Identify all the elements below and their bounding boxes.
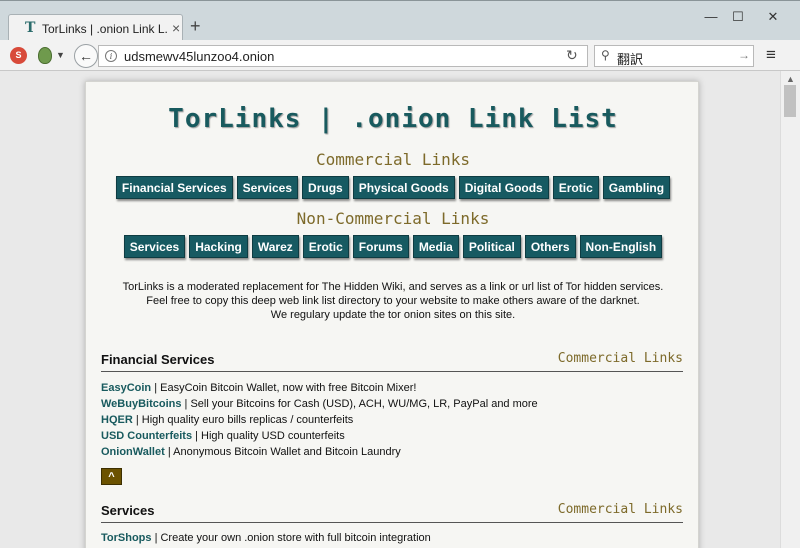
tab-title: TorLinks | .onion Link L... (42, 22, 168, 36)
services-link-list: TorShops | Create your own .onion store … (101, 530, 683, 546)
commercial-services-button[interactable]: Services (236, 176, 299, 199)
noncommercial-hacking-button[interactable]: Hacking (189, 235, 248, 258)
list-item: HQER | High quality euro bills replicas … (101, 412, 683, 428)
commercial-financial-services-button[interactable]: Financial Services (115, 176, 233, 199)
page-content: TorLinks | .onion Link List Commercial L… (85, 81, 699, 548)
list-item: OnionWallet | Anonymous Bitcoin Wallet a… (101, 444, 683, 460)
maximize-button[interactable]: ☐ (727, 7, 749, 27)
list-item: WeBuyBitcoins | Sell your Bitcoins for C… (101, 396, 683, 412)
search-bar[interactable]: ⚲ 翻訳 → (594, 45, 754, 67)
tor-onion-icon[interactable] (38, 47, 52, 64)
section-title: Services (101, 503, 155, 518)
section-category-link[interactable]: Commercial Links (558, 502, 683, 517)
link-onionwallet[interactable]: OnionWallet (101, 446, 165, 458)
link-webuybitcoins[interactable]: WeBuyBitcoins (101, 398, 181, 410)
commercial-gambling-button[interactable]: Gambling (602, 176, 671, 199)
link-description: | Create your own .onion store with full… (151, 532, 431, 544)
new-tab-button[interactable]: + (190, 17, 201, 35)
noncommercial-political-button[interactable]: Political (462, 235, 521, 258)
onion-dropdown-icon[interactable]: ▼ (56, 50, 65, 60)
link-description: | EasyCoin Bitcoin Wallet, now with free… (151, 382, 417, 394)
noncommercial-button-row: Services Hacking Warez Erotic Forums Med… (86, 235, 700, 258)
url-text[interactable]: udsmewv45lunzoo4.onion (124, 49, 274, 64)
commercial-digital-goods-button[interactable]: Digital Goods (458, 176, 549, 199)
vertical-scrollbar[interactable]: ▲ (780, 71, 800, 548)
noncommercial-warez-button[interactable]: Warez (251, 235, 299, 258)
link-easycoin[interactable]: EasyCoin (101, 382, 151, 394)
services-section-header: Services Commercial Links (101, 501, 683, 523)
financial-services-section-header: Financial Services Commercial Links (101, 350, 683, 372)
intro-line: Feel free to copy this deep web link lis… (146, 295, 640, 307)
noncommercial-services-button[interactable]: Services (123, 235, 186, 258)
hamburger-menu-icon[interactable]: ≡ (766, 46, 776, 64)
scroll-thumb[interactable] (784, 85, 796, 117)
commercial-drugs-button[interactable]: Drugs (302, 176, 349, 199)
scroll-up-arrow-icon[interactable]: ▲ (786, 74, 795, 84)
financial-services-link-list: EasyCoin | EasyCoin Bitcoin Wallet, now … (101, 380, 683, 460)
commercial-links-heading: Commercial Links (315, 150, 471, 169)
page-viewport: TorLinks | .onion Link List Commercial L… (0, 71, 780, 548)
noncommercial-links-heading: Non-Commercial Links (296, 209, 490, 228)
intro-text: TorLinks is a moderated replacement for … (86, 280, 700, 322)
tab-close-icon[interactable]: × (172, 20, 180, 36)
noncommercial-media-button[interactable]: Media (412, 235, 459, 258)
noncommercial-erotic-button[interactable]: Erotic (302, 235, 349, 258)
title-bar: T TorLinks | .onion Link L... × + — ☐ ✕ (0, 0, 800, 41)
noncommercial-others-button[interactable]: Others (524, 235, 576, 258)
back-button[interactable]: ← (74, 44, 98, 68)
section-title: Financial Services (101, 352, 215, 367)
site-info-icon[interactable]: i (105, 50, 117, 62)
back-to-top-button[interactable]: ^ (101, 468, 122, 485)
navigation-toolbar: S ▼ ← i udsmewv45lunzoo4.onion ↻ ⚲ 翻訳 → … (0, 40, 800, 71)
link-description: | High quality euro bills replicas / cou… (132, 414, 354, 426)
window-close-button[interactable]: ✕ (762, 7, 784, 27)
commercial-button-row: Financial Services Services Drugs Physic… (86, 176, 700, 199)
link-torshops[interactable]: TorShops (101, 532, 152, 544)
list-item: TorShops | Create your own .onion store … (101, 530, 683, 546)
link-hqer[interactable]: HQER (101, 414, 133, 426)
url-bar[interactable]: i udsmewv45lunzoo4.onion ↻ (98, 45, 588, 67)
search-icon: ⚲ (601, 48, 610, 62)
noncommercial-forums-button[interactable]: Forums (352, 235, 409, 258)
intro-line: We regulary update the tor onion sites o… (270, 309, 516, 321)
link-description: | Sell your Bitcoins for Cash (USD), ACH… (181, 398, 538, 410)
noncommercial-non-english-button[interactable]: Non-English (579, 235, 663, 258)
link-usd-counterfeits[interactable]: USD Counterfeits (101, 430, 192, 442)
search-go-icon[interactable]: → (738, 48, 750, 62)
browser-tab[interactable]: T TorLinks | .onion Link L... × (8, 14, 183, 41)
section-category-link[interactable]: Commercial Links (558, 351, 683, 366)
minimize-button[interactable]: — (700, 7, 722, 27)
list-item: EasyCoin | EasyCoin Bitcoin Wallet, now … (101, 380, 683, 396)
list-item: USD Counterfeits | High quality USD coun… (101, 428, 683, 444)
intro-line: TorLinks is a moderated replacement for … (122, 281, 664, 293)
link-description: | High quality USD counterfeits (192, 430, 345, 442)
search-input[interactable]: 翻訳 (617, 49, 643, 68)
link-description: | Anonymous Bitcoin Wallet and Bitcoin L… (164, 446, 401, 458)
page-title: TorLinks | .onion Link List (168, 104, 618, 134)
commercial-erotic-button[interactable]: Erotic (552, 176, 599, 199)
reload-icon[interactable]: ↻ (566, 47, 578, 64)
noscript-icon[interactable]: S (10, 47, 27, 64)
torlinks-favicon-icon: T (25, 20, 36, 36)
commercial-physical-goods-button[interactable]: Physical Goods (352, 176, 455, 199)
